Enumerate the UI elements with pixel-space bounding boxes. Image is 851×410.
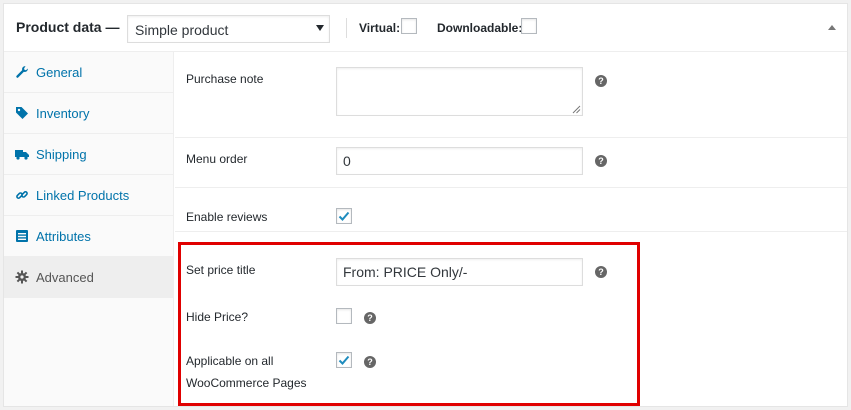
tab-shipping[interactable]: Shipping — [4, 134, 173, 175]
applicable-all-row: Applicable on all WooCommerce Pages ? — [175, 342, 847, 404]
help-icon[interactable]: ? — [595, 155, 607, 167]
help-icon[interactable]: ? — [364, 312, 376, 324]
product-type-select[interactable]: Simple product — [127, 15, 330, 43]
hide-price-checkbox[interactable] — [336, 308, 352, 324]
tab-advanced[interactable]: Advanced — [4, 257, 173, 298]
tab-inventory[interactable]: Inventory — [4, 93, 173, 134]
virtual-label: Virtual: — [359, 21, 401, 35]
panel-header: Product data — Simple product Virtual: D… — [4, 4, 847, 52]
tab-label: General — [36, 65, 83, 80]
wrench-icon — [16, 66, 28, 78]
enable-reviews-checkbox[interactable] — [336, 208, 352, 224]
help-icon[interactable]: ? — [364, 356, 376, 368]
set-price-title-label: Set price title — [186, 263, 256, 277]
set-price-title-row: Set price title From: PRICE Only/- ? — [175, 244, 847, 294]
tab-label: Inventory — [36, 106, 90, 121]
panel-title: Product data — — [16, 19, 120, 35]
tab-label: Advanced — [36, 270, 94, 285]
enable-reviews-row: Enable reviews — [175, 188, 847, 232]
gear-icon — [15, 270, 29, 284]
hide-price-row: Hide Price? ? — [175, 294, 847, 342]
header-divider — [346, 18, 347, 38]
tab-general[interactable]: General — [4, 52, 173, 93]
tab-label: Linked Products — [36, 188, 130, 203]
checkmark-icon — [338, 355, 350, 365]
purchase-note-row: Purchase note ? — [175, 52, 847, 138]
tab-linked-products[interactable]: Linked Products — [4, 175, 173, 216]
tab-label: Attributes — [36, 229, 91, 244]
resize-grip-icon[interactable] — [572, 105, 581, 114]
downloadable-label: Downloadable: — [437, 21, 523, 35]
tab-attributes[interactable]: Attributes — [4, 216, 173, 257]
tag-icon — [16, 107, 28, 119]
checkmark-icon — [338, 211, 350, 221]
link-icon — [16, 191, 28, 199]
enable-reviews-label: Enable reviews — [186, 210, 268, 224]
list-icon — [16, 230, 28, 242]
virtual-checkbox[interactable] — [401, 18, 417, 34]
tab-label: Shipping — [36, 147, 87, 162]
purchase-note-label: Purchase note — [186, 72, 264, 86]
help-icon[interactable]: ? — [595, 75, 607, 87]
chevron-down-icon — [316, 25, 324, 31]
applicable-all-checkbox[interactable] — [336, 352, 352, 368]
menu-order-row: Menu order 0 ? — [175, 138, 847, 188]
product-data-tabs: General Inventory Shipping Linked Produc… — [4, 52, 174, 406]
product-data-panel: Product data — Simple product Virtual: D… — [3, 3, 848, 407]
hide-price-label: Hide Price? — [186, 310, 249, 324]
help-icon[interactable]: ? — [595, 266, 607, 278]
truck-icon — [15, 150, 29, 160]
set-price-title-input[interactable]: From: PRICE Only/- — [336, 258, 583, 286]
applicable-all-label: Applicable on all WooCommerce Pages — [186, 354, 307, 390]
downloadable-checkbox[interactable] — [521, 18, 537, 34]
menu-order-label: Menu order — [186, 152, 248, 166]
purchase-note-textarea[interactable] — [336, 67, 583, 116]
collapse-arrow-icon[interactable] — [828, 25, 836, 30]
product-type-value: Simple product — [135, 22, 229, 38]
menu-order-input[interactable]: 0 — [336, 147, 583, 175]
